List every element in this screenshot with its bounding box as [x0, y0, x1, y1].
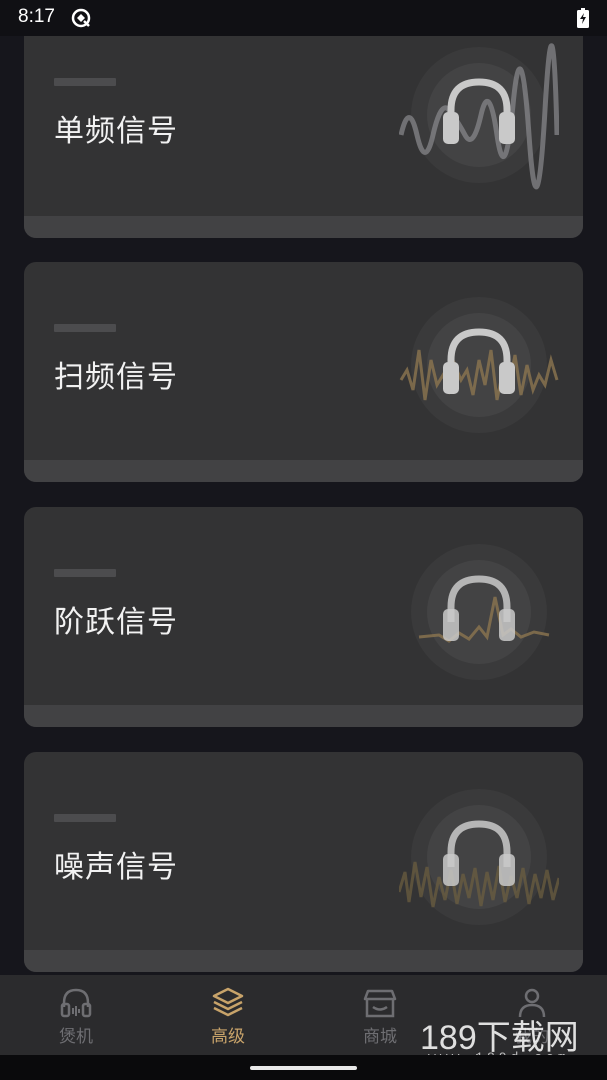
- headphones-wave-icon: [411, 544, 550, 680]
- signal-card-step[interactable]: 阶跃信号: [24, 507, 583, 727]
- card-title: 扫频信号: [54, 360, 178, 395]
- nav-label: 煲机: [59, 1027, 93, 1047]
- headphones-wave-icon: [399, 43, 559, 190]
- headphones-wave-icon: [399, 789, 559, 925]
- store-icon: [363, 989, 397, 1018]
- status-time: 8:17: [18, 6, 55, 27]
- card-decoration-dash: [54, 324, 116, 332]
- card-decoration-dash: [54, 78, 116, 86]
- headphones-icon: [60, 988, 92, 1018]
- card-footer: [24, 460, 583, 482]
- home-indicator[interactable]: [250, 1066, 357, 1070]
- card-footer: [24, 950, 583, 972]
- headphones-wave-icon: [399, 297, 559, 433]
- signal-card-sweep-frequency[interactable]: 扫频信号: [24, 262, 583, 482]
- card-decoration-dash: [54, 569, 116, 577]
- card-footer: [24, 216, 583, 238]
- card-title: 单频信号: [54, 114, 178, 149]
- card-title: 阶跃信号: [54, 605, 178, 640]
- battery-charging-icon: [577, 8, 589, 28]
- card-title: 噪声信号: [54, 850, 178, 885]
- status-bar: 8:17: [0, 0, 607, 36]
- sync-circle-icon: [71, 8, 91, 28]
- card-decoration-dash: [54, 814, 116, 822]
- nav-item-advanced[interactable]: 高级: [168, 975, 288, 1055]
- nav-item-burn-in[interactable]: 煲机: [16, 975, 136, 1055]
- signal-card-noise[interactable]: 噪声信号: [24, 752, 583, 972]
- card-footer: [24, 705, 583, 727]
- layers-icon: [212, 987, 244, 1017]
- nav-label: 高级: [211, 1027, 245, 1047]
